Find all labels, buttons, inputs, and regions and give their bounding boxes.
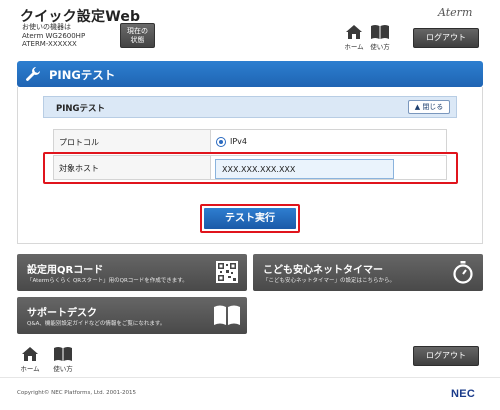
run-test-label: テスト実行: [204, 208, 296, 229]
stopwatch-icon: [453, 261, 473, 284]
section-title: PINGテスト: [56, 104, 105, 114]
kids-net-timer-title: こども安心ネットタイマー: [263, 265, 383, 276]
device-model: Aterm WG2600HP: [22, 31, 86, 40]
chevron-up-icon: ▲: [414, 103, 421, 111]
protocol-label: プロトコル: [59, 138, 99, 147]
logout-button[interactable]: ログアウト: [413, 28, 479, 48]
device-info-line: お使いの機器は: [22, 23, 71, 31]
footer-home-label: ホーム: [20, 365, 40, 373]
section-header: PINGテスト: [43, 96, 457, 118]
copyright: Copyright© NEC Platforms, Ltd. 2001-2015: [17, 390, 137, 396]
ipv4-radio[interactable]: [216, 137, 226, 147]
footer-guide-button[interactable]: 使い方: [50, 346, 76, 378]
qr-code-title: 設定用QRコード: [27, 265, 104, 276]
home-icon: [346, 25, 362, 39]
book-icon: [371, 25, 389, 39]
device-info: お使いの機器は Aterm WG2600HP ATERM-XXXXXX: [22, 23, 85, 49]
home-icon: [22, 347, 38, 361]
qr-code-description: 「Atermらくらく QRスタート」用のQRコードを作成できます。: [27, 278, 188, 284]
wrench-icon: [26, 67, 40, 81]
footer-logout-button[interactable]: ログアウト: [413, 346, 479, 366]
status-button-line2: 状態: [130, 35, 145, 44]
header: クイック設定Web お使いの機器は Aterm WG2600HP ATERM-X…: [0, 0, 500, 56]
guide-label: 使い方: [370, 43, 390, 51]
collapse-label: 閉じる: [422, 103, 444, 111]
current-status-button[interactable]: 現在の 状態: [120, 23, 155, 48]
ipv4-radio-label: IPv4: [230, 137, 248, 146]
protocol-row: プロトコル: [53, 129, 447, 154]
aterm-logo: Aterm: [438, 6, 473, 19]
support-desk-card[interactable]: サポートデスク Q&A、機能別設定ガイドなどの情報をご覧になれます。: [17, 297, 247, 334]
kids-net-timer-description: 「こども安心ネットタイマー」の設定はこちらから。: [263, 278, 396, 284]
qr-code-card[interactable]: 設定用QRコード 「Atermらくらく QRスタート」用のQRコードを作成できま…: [17, 254, 247, 291]
nec-logo: NEC: [451, 388, 476, 400]
target-host-label: 対象ホスト: [59, 164, 99, 173]
page-title: PINGテスト: [49, 68, 116, 82]
device-id: ATERM-XXXXXX: [22, 40, 77, 48]
support-desk-description: Q&A、機能別設定ガイドなどの情報をご覧になれます。: [27, 321, 166, 327]
status-button-line1: 現在の: [127, 27, 148, 35]
collapse-button[interactable]: ▲ 閉じる: [408, 100, 450, 114]
guide-button[interactable]: 使い方: [367, 24, 393, 56]
support-desk-title: サポートデスク: [27, 308, 97, 319]
home-button[interactable]: ホーム: [341, 24, 367, 56]
kids-net-timer-card[interactable]: こども安心ネットタイマー 「こども安心ネットタイマー」の設定はこちらから。: [253, 254, 483, 291]
qr-code-icon: [216, 261, 238, 283]
home-label: ホーム: [344, 43, 364, 51]
target-host-input[interactable]: [215, 159, 394, 179]
run-test-button[interactable]: テスト実行: [200, 204, 300, 233]
footer-home-button[interactable]: ホーム: [17, 346, 43, 378]
book-icon: [54, 347, 72, 361]
footer-guide-label: 使い方: [53, 365, 73, 373]
page-title-bar: PINGテスト: [17, 61, 483, 87]
book-icon: [214, 305, 240, 325]
footer-divider: [0, 377, 500, 378]
